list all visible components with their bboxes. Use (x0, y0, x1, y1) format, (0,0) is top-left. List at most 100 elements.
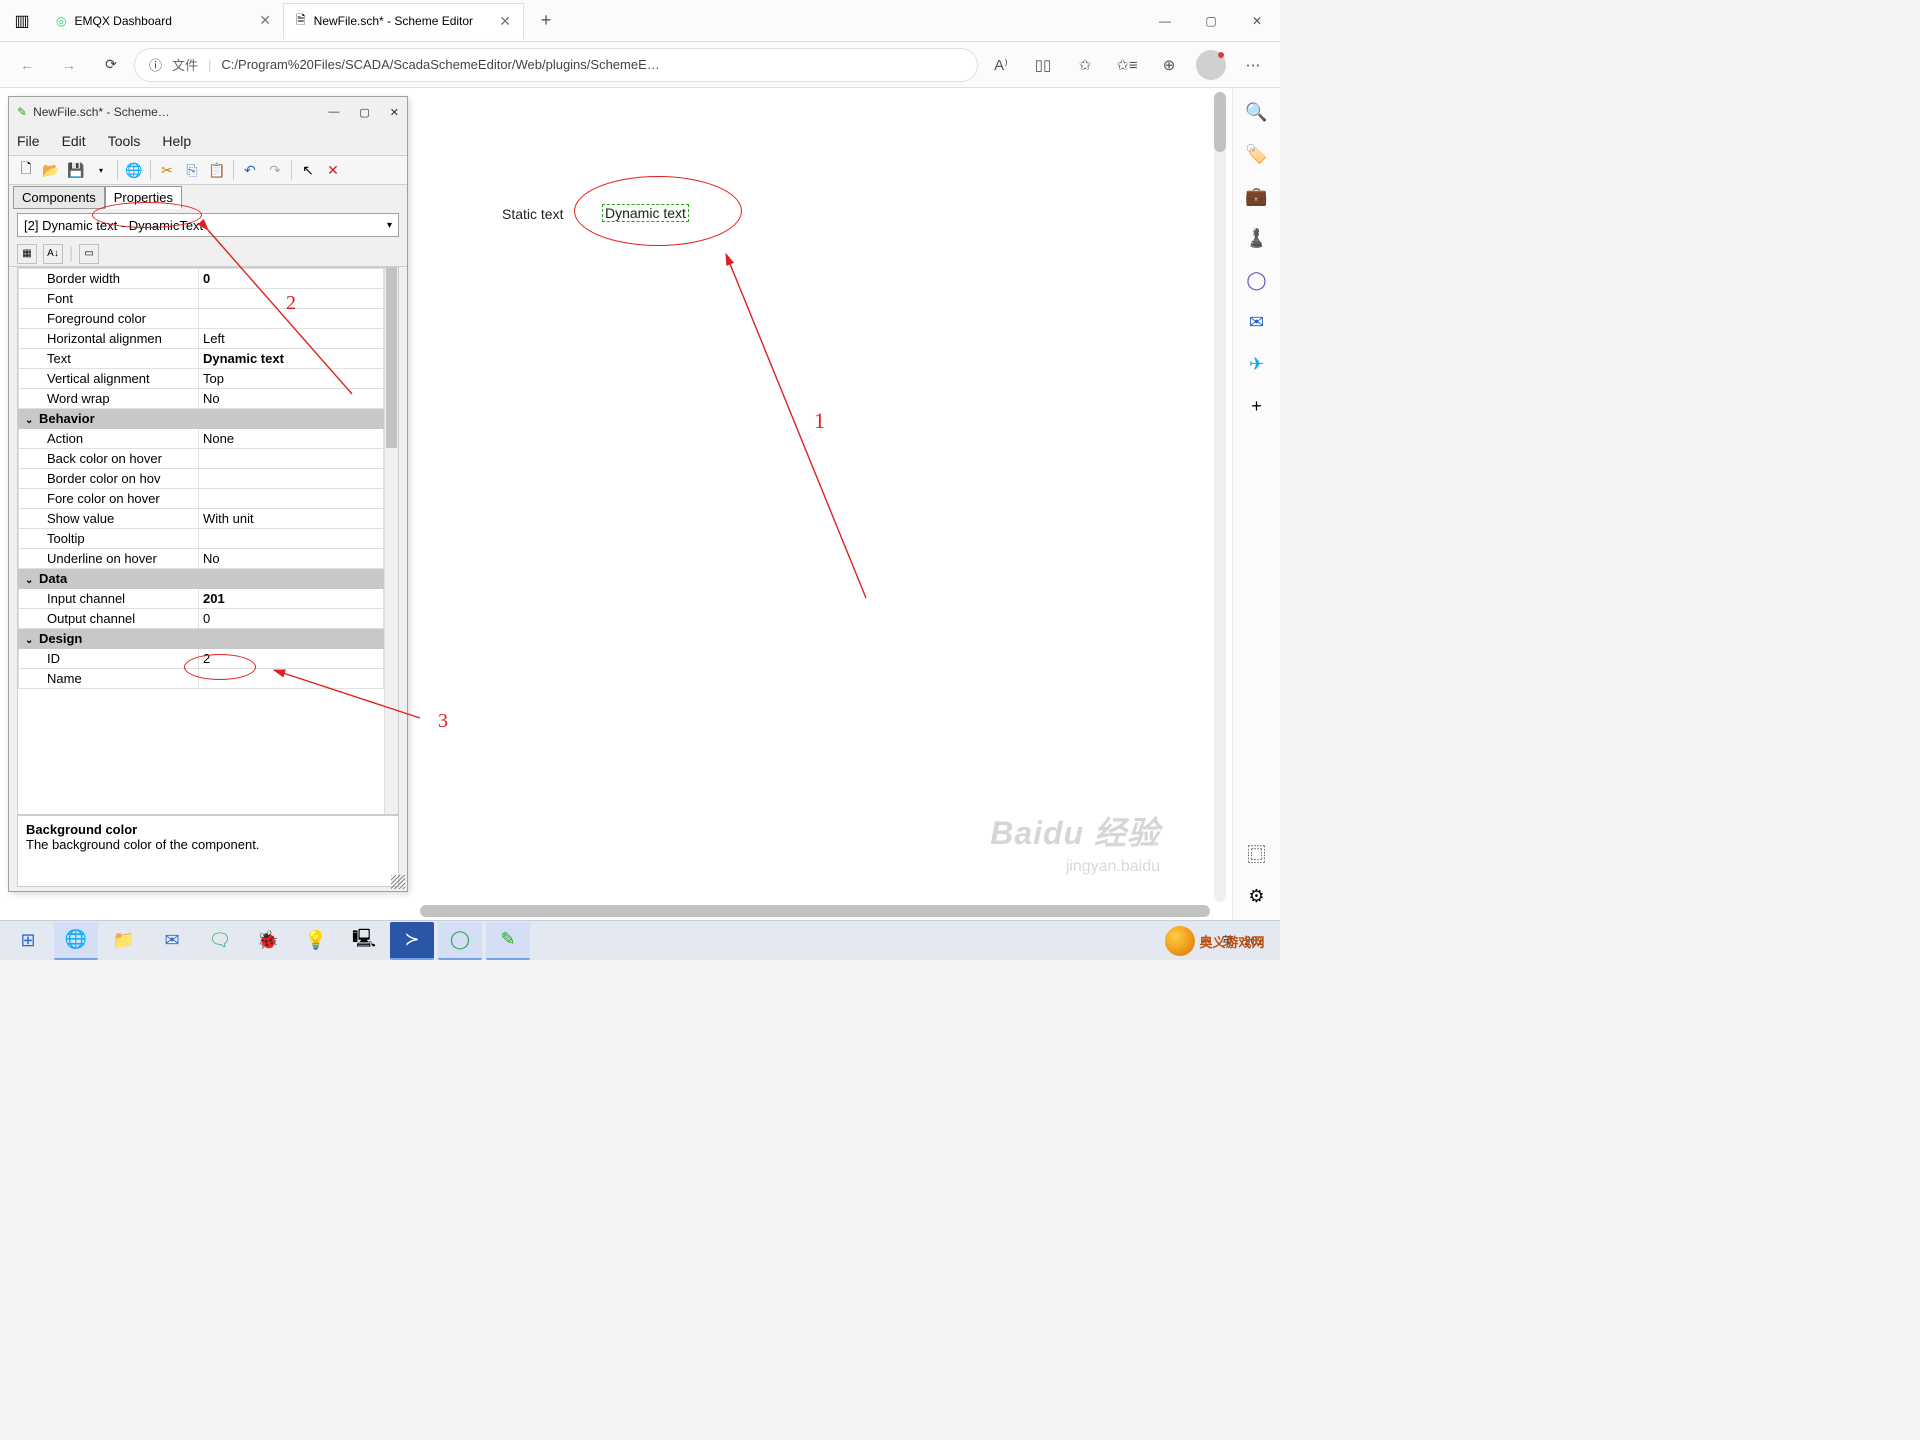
close-button[interactable]: ✕ (390, 106, 399, 119)
browser-tab-emqx[interactable]: ◎ EMQX Dashboard ✕ (44, 3, 284, 39)
minimize-button[interactable]: — (1142, 0, 1188, 42)
collections-icon[interactable]: ⊕ (1150, 46, 1188, 84)
property-value[interactable] (199, 449, 384, 469)
component-selector[interactable]: [2] Dynamic text - DynamicText ▾ (17, 213, 399, 237)
new-file-icon[interactable]: 🗋 (15, 159, 37, 181)
title-bar[interactable]: ✎ NewFile.sch* - Scheme… — ▢ ✕ (9, 97, 407, 127)
property-value[interactable]: None (199, 429, 384, 449)
grid-scrollbar[interactable] (384, 268, 398, 814)
menu-file[interactable]: File (17, 133, 40, 149)
save-icon[interactable]: 💾 (65, 159, 87, 181)
refresh-button[interactable]: ⟳ (92, 46, 130, 84)
browser-tab-scheme[interactable]: 🗎 NewFile.sch* - Scheme Editor ✕ (284, 3, 524, 39)
url-input[interactable]: ⓘ 文件 | C:/Program%20Files/SCADA/ScadaSch… (134, 48, 978, 82)
scheme-editor-taskbar-icon[interactable]: ✎ (486, 922, 530, 960)
property-section[interactable]: ⌄Data (19, 569, 384, 589)
categorize-icon[interactable]: ▦ (17, 244, 37, 264)
resize-grip-icon[interactable] (391, 875, 405, 889)
briefcase-icon[interactable]: 💼 (1245, 184, 1269, 208)
property-row[interactable]: Border width0 (19, 269, 384, 289)
property-value[interactable]: Left (199, 329, 384, 349)
redo-icon[interactable]: ↷ (264, 159, 286, 181)
powershell-taskbar-icon[interactable]: ≻ (390, 922, 434, 960)
maximize-button[interactable]: ▢ (359, 106, 369, 119)
mail-taskbar-icon[interactable]: ✉ (150, 922, 194, 960)
search-icon[interactable]: 🔍 (1245, 100, 1269, 124)
tips-taskbar-icon[interactable]: 💡 (294, 922, 338, 960)
property-row[interactable]: Output channel0 (19, 609, 384, 629)
property-row[interactable]: Fore color on hover (19, 489, 384, 509)
property-section[interactable]: ⌄Behavior (19, 409, 384, 429)
add-icon[interactable]: + (1245, 394, 1269, 418)
property-row[interactable]: Underline on hoverNo (19, 549, 384, 569)
m365-icon[interactable]: ◯ (1245, 268, 1269, 292)
alphabetical-icon[interactable]: A↓ (43, 244, 63, 264)
globe-icon[interactable]: 🌐 (123, 159, 145, 181)
property-value[interactable]: 201 (199, 589, 384, 609)
property-row[interactable]: Foreground color (19, 309, 384, 329)
property-value[interactable]: No (199, 549, 384, 569)
property-row[interactable]: Font (19, 289, 384, 309)
property-row[interactable]: Back color on hover (19, 449, 384, 469)
property-row[interactable]: Vertical alignmentTop (19, 369, 384, 389)
copy-icon[interactable]: ⎘ (181, 159, 203, 181)
property-value[interactable]: Dynamic text (199, 349, 384, 369)
paste-icon[interactable]: 📋 (206, 159, 228, 181)
close-icon[interactable]: ✕ (259, 12, 271, 29)
maximize-button[interactable]: ▢ (1188, 0, 1234, 42)
property-section[interactable]: ⌄Design (19, 629, 384, 649)
property-row[interactable]: Horizontal alignmenLeft (19, 329, 384, 349)
property-row[interactable]: Word wrapNo (19, 389, 384, 409)
menu-edit[interactable]: Edit (62, 133, 86, 149)
save-dropdown-icon[interactable]: ▾ (90, 159, 112, 181)
property-row[interactable]: ActionNone (19, 429, 384, 449)
undo-icon[interactable]: ↶ (239, 159, 261, 181)
property-value[interactable] (199, 469, 384, 489)
property-value[interactable] (199, 529, 384, 549)
vscode-taskbar-icon[interactable]: ◯ (438, 922, 482, 960)
favorite-icon[interactable]: ✩ (1066, 46, 1104, 84)
delete-icon[interactable]: ✕ (322, 159, 344, 181)
games-icon[interactable]: ♟️ (1245, 226, 1269, 250)
property-row[interactable]: Input channel201 (19, 589, 384, 609)
property-row[interactable]: Show valueWith unit (19, 509, 384, 529)
property-grid[interactable]: Border width0FontForeground colorHorizon… (17, 267, 399, 815)
menu-tools[interactable]: Tools (108, 133, 141, 149)
property-value[interactable]: With unit (199, 509, 384, 529)
property-value[interactable]: 0 (199, 609, 384, 629)
property-value[interactable]: No (199, 389, 384, 409)
open-file-icon[interactable]: 📂 (40, 159, 62, 181)
property-row[interactable]: Border color on hov (19, 469, 384, 489)
wechat-taskbar-icon[interactable]: 🗨 (198, 922, 242, 960)
device-taskbar-icon[interactable]: 🖳 (342, 922, 386, 960)
menu-help[interactable]: Help (162, 133, 191, 149)
screenshot-icon[interactable]: ⿴ (1245, 842, 1269, 866)
property-value[interactable]: 0 (199, 269, 384, 289)
static-text-element[interactable]: Static text (502, 206, 563, 222)
property-value[interactable] (199, 489, 384, 509)
start-button[interactable]: ⊞ (6, 922, 50, 960)
minimize-button[interactable]: — (328, 106, 339, 119)
read-aloud-icon[interactable]: A⁾ (982, 46, 1020, 84)
vertical-scrollbar[interactable] (1214, 92, 1226, 902)
new-tab-button[interactable]: + (532, 7, 560, 35)
property-row[interactable]: TextDynamic text (19, 349, 384, 369)
horizontal-scrollbar[interactable] (420, 905, 1210, 917)
edge-taskbar-icon[interactable]: 🌐 (54, 922, 98, 960)
favorites-bar-icon[interactable]: ✩≡ (1108, 46, 1146, 84)
back-button[interactable]: ← (8, 46, 46, 84)
tab-actions-icon[interactable]: ▥ (4, 3, 40, 39)
more-icon[interactable]: ⋯ (1234, 46, 1272, 84)
telegram-icon[interactable]: ✈ (1245, 352, 1269, 376)
outlook-icon[interactable]: ✉ (1245, 310, 1269, 334)
cut-icon[interactable]: ✂ (156, 159, 178, 181)
close-icon[interactable]: ✕ (499, 13, 511, 30)
tab-components[interactable]: Components (13, 186, 105, 209)
settings-icon[interactable]: ⚙ (1245, 884, 1269, 908)
profile-button[interactable] (1192, 46, 1230, 84)
property-pages-icon[interactable]: ▭ (79, 244, 99, 264)
property-row[interactable]: Tooltip (19, 529, 384, 549)
pointer-icon[interactable]: ↖ (297, 159, 319, 181)
close-button[interactable]: ✕ (1234, 0, 1280, 42)
app-taskbar-icon[interactable]: 🐞 (246, 922, 290, 960)
